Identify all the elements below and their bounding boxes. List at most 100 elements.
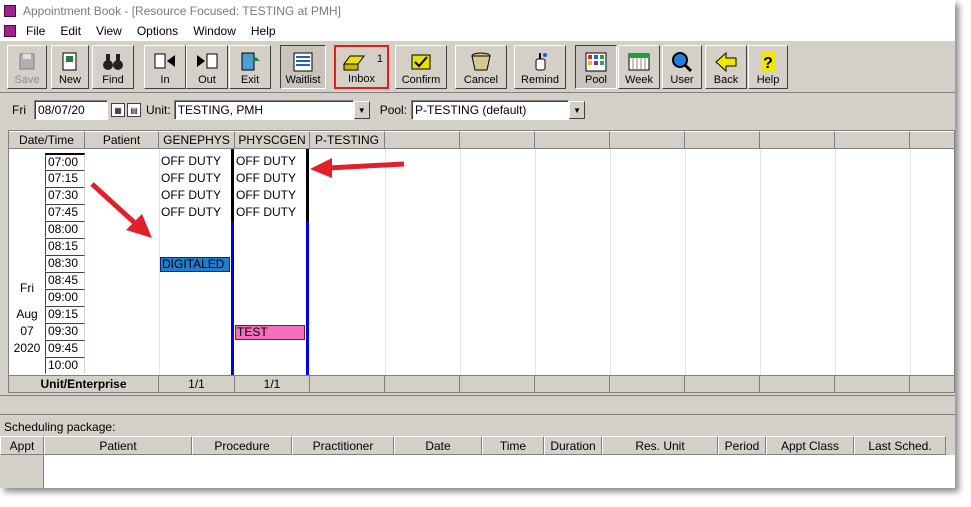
menu-bar: File Edit View Options Window Help: [0, 21, 955, 41]
menu-view[interactable]: View: [96, 24, 122, 38]
appointment-book-window: Appointment Book - [Resource Focused: TE…: [0, 0, 955, 488]
time-slot[interactable]: 10:00: [45, 357, 85, 374]
time-slot[interactable]: 08:00: [45, 221, 85, 238]
footer-empty: [610, 376, 685, 392]
horizontal-splitter[interactable]: [0, 395, 955, 415]
time-slot[interactable]: 07:15: [45, 170, 85, 187]
time-slot[interactable]: 08:30: [45, 255, 85, 272]
time-slot[interactable]: 09:00: [45, 289, 85, 306]
col-patient[interactable]: Patient: [44, 436, 192, 455]
exit-door-icon: [241, 52, 260, 71]
save-icon: [19, 53, 35, 70]
genephys-count: 1/1: [159, 376, 235, 392]
calendar-today-icon[interactable]: ▤: [127, 103, 141, 117]
col-appt-class[interactable]: Appt Class: [766, 436, 854, 455]
header-date-time: Date/Time: [9, 131, 85, 149]
pool-button[interactable]: Pool: [575, 45, 617, 89]
appointment-test[interactable]: TEST: [235, 325, 305, 340]
time-slot[interactable]: 07:45: [45, 204, 85, 221]
menu-file[interactable]: File: [26, 24, 45, 38]
waitlist-icon: [293, 52, 313, 72]
time-slot[interactable]: 07:30: [45, 187, 85, 204]
physcgen-off-duty[interactable]: OFF DUTY: [236, 187, 296, 204]
document-icon[interactable]: [4, 25, 16, 37]
time-slot[interactable]: 09:45: [45, 340, 85, 357]
footer-empty: [460, 376, 535, 392]
col-last-sched[interactable]: Last Sched.: [854, 436, 946, 455]
unit-select[interactable]: TESTING, PMH: [173, 100, 354, 120]
exit-button[interactable]: Exit: [229, 45, 271, 89]
menu-window[interactable]: Window: [193, 24, 236, 38]
appointment-digitaled[interactable]: DIGITALED: [160, 257, 230, 272]
column-divider: [610, 149, 611, 375]
reminder-hand-icon: [535, 53, 547, 71]
help-button[interactable]: ? Help: [748, 45, 788, 89]
header-genephys[interactable]: GENEPHYS: [159, 131, 235, 149]
col-appt[interactable]: Appt: [0, 436, 44, 455]
genephys-off-duty[interactable]: OFF DUTY: [161, 153, 221, 170]
check-out-icon: [197, 53, 218, 69]
header-empty: [385, 131, 460, 149]
col-duration[interactable]: Duration: [544, 436, 602, 455]
schedule-grid: Date/Time Patient GENEPHYS PHYSCGEN P-TE…: [8, 130, 955, 393]
app-icon: [4, 4, 16, 17]
user-button[interactable]: User: [662, 45, 702, 89]
pool-dropdown-icon[interactable]: ▼: [569, 101, 586, 119]
unit-enterprise-label: Unit/Enterprise: [9, 376, 159, 392]
col-procedure[interactable]: Procedure: [192, 436, 292, 455]
binoculars-icon: [103, 54, 123, 70]
menu-help[interactable]: Help: [251, 24, 276, 38]
confirm-check-icon: [411, 54, 431, 70]
new-button[interactable]: New: [51, 45, 89, 89]
physcgen-off-duty[interactable]: OFF DUTY: [236, 170, 296, 187]
col-res-unit[interactable]: Res. Unit: [602, 436, 718, 455]
column-divider: [760, 149, 761, 375]
physcgen-off-duty[interactable]: OFF DUTY: [236, 204, 296, 221]
menu-options[interactable]: Options: [137, 24, 178, 38]
calendar-icon[interactable]: ▦: [111, 103, 125, 117]
toolbar: Save New Find In Out Exit Waitlist 1 Inb…: [0, 41, 955, 93]
waitlist-button[interactable]: Waitlist: [280, 45, 326, 89]
genephys-off-duty[interactable]: OFF DUTY: [161, 187, 221, 204]
col-time[interactable]: Time: [482, 436, 544, 455]
col-practitioner[interactable]: Practitioner: [292, 436, 394, 455]
save-button[interactable]: Save: [7, 45, 47, 89]
in-button[interactable]: In: [144, 45, 186, 89]
genephys-off-duty[interactable]: OFF DUTY: [161, 204, 221, 221]
column-divider: [685, 149, 686, 375]
week-calendar-icon: [628, 53, 650, 71]
date-day: Fri: [20, 281, 34, 295]
remind-button[interactable]: Remind: [514, 45, 566, 89]
physcgen-off-duty[interactable]: OFF DUTY: [236, 153, 296, 170]
time-slot[interactable]: 07:00: [45, 153, 85, 170]
pool-select[interactable]: P-TESTING (default): [411, 100, 570, 120]
genephys-available-bar: [231, 221, 234, 375]
cancel-button[interactable]: Cancel: [455, 45, 507, 89]
header-p-testing[interactable]: P-TESTING: [310, 131, 385, 149]
col-date[interactable]: Date: [394, 436, 482, 455]
date-field[interactable]: 08/07/20: [34, 100, 108, 120]
back-button[interactable]: Back: [705, 45, 747, 89]
footer-empty: [385, 376, 460, 392]
out-button[interactable]: Out: [186, 45, 228, 89]
footer-empty: [760, 376, 835, 392]
genephys-off-duty[interactable]: OFF DUTY: [161, 170, 221, 187]
column-divider: [835, 149, 836, 375]
time-slot[interactable]: 09:30: [45, 323, 85, 340]
footer-empty: [535, 376, 610, 392]
menu-edit[interactable]: Edit: [60, 24, 81, 38]
inbox-button[interactable]: 1 Inbox: [334, 45, 389, 89]
week-button[interactable]: Week: [618, 45, 660, 89]
time-slot[interactable]: 08:15: [45, 238, 85, 255]
confirm-button[interactable]: Confirm: [395, 45, 447, 89]
scheduling-package-body[interactable]: [0, 455, 955, 488]
unit-dropdown-icon[interactable]: ▼: [353, 101, 370, 119]
physcgen-count: 1/1: [235, 376, 310, 392]
col-period[interactable]: Period: [718, 436, 766, 455]
time-slot[interactable]: 09:15: [45, 306, 85, 323]
header-physcgen[interactable]: PHYSCGEN: [235, 131, 310, 149]
scheduling-package-label: Scheduling package:: [4, 420, 116, 434]
time-slot[interactable]: 08:45: [45, 272, 85, 289]
header-patient: Patient: [85, 131, 159, 149]
find-button[interactable]: Find: [92, 45, 134, 89]
